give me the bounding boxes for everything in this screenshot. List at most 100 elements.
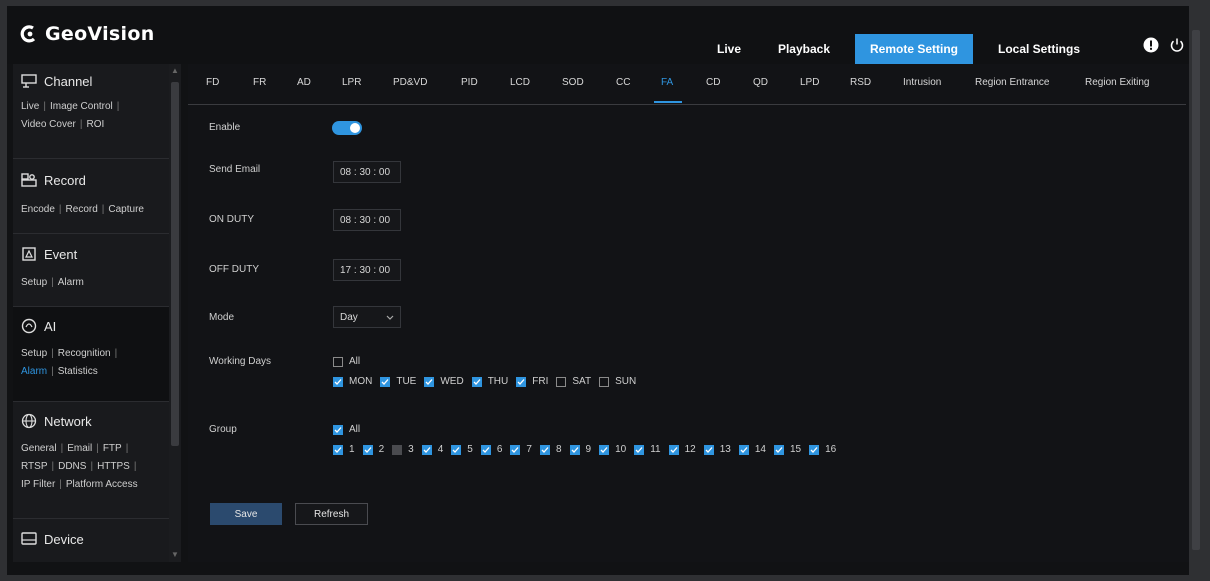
tab-intrusion[interactable]: Intrusion: [903, 77, 941, 88]
checkbox-icon[interactable]: [556, 376, 567, 387]
checkbox-checked-icon[interactable]: [668, 444, 679, 455]
group-item[interactable]: 2: [362, 444, 384, 455]
sidebar-link-encode[interactable]: Encode: [21, 204, 55, 215]
checkbox-icon[interactable]: [599, 376, 610, 387]
checkbox-checked-icon[interactable]: [480, 444, 491, 455]
checkbox-checked-icon[interactable]: [599, 444, 610, 455]
checkbox-checked-icon[interactable]: [333, 444, 343, 455]
sidebar-link-general[interactable]: General: [21, 443, 57, 454]
tab-rsd[interactable]: RSD: [850, 77, 871, 88]
checkbox-checked-icon[interactable]: [703, 444, 714, 455]
checkbox-checked-icon[interactable]: [362, 444, 373, 455]
group-item[interactable]: 3: [392, 444, 414, 455]
tab-cc[interactable]: CC: [616, 77, 630, 88]
sidebar-link-recognition[interactable]: Recognition: [58, 348, 111, 359]
group-item[interactable]: 9: [569, 444, 591, 455]
group-item[interactable]: 6: [480, 444, 502, 455]
sidebar-link-image-control[interactable]: Image Control: [50, 101, 113, 112]
sidebar-link-alarm[interactable]: Alarm: [21, 366, 47, 377]
group-item[interactable]: 14: [738, 444, 766, 455]
checkbox-checked-icon[interactable]: [333, 424, 343, 435]
sidebar-link-platform-access[interactable]: Platform Access: [66, 479, 138, 490]
sidebar-link-capture[interactable]: Capture: [108, 204, 144, 215]
refresh-button[interactable]: Refresh: [295, 503, 368, 525]
scroll-down-icon[interactable]: ▼: [170, 550, 180, 560]
tab-fr[interactable]: FR: [253, 77, 266, 88]
checkbox-checked-icon[interactable]: [809, 444, 820, 455]
group-item[interactable]: 5: [451, 444, 473, 455]
checkbox-icon[interactable]: [392, 444, 403, 455]
tab-lcd[interactable]: LCD: [510, 77, 530, 88]
group-item[interactable]: 4: [421, 444, 443, 455]
group-item[interactable]: 13: [703, 444, 731, 455]
tab-qd[interactable]: QD: [753, 77, 768, 88]
sidebar-header-record[interactable]: Record: [21, 159, 173, 201]
day-fri[interactable]: FRI: [516, 376, 548, 387]
group-all[interactable]: All: [333, 424, 360, 435]
sidebar-link-setup[interactable]: Setup: [21, 277, 47, 288]
group-item[interactable]: 15: [773, 444, 801, 455]
sidebar-header-channel[interactable]: Channel: [21, 64, 173, 98]
group-item[interactable]: 11: [634, 444, 661, 455]
send-email-time-field[interactable]: 08 : 30 : 00: [333, 161, 401, 183]
checkbox-checked-icon[interactable]: [738, 444, 749, 455]
sidebar-link-roi[interactable]: ROI: [86, 119, 104, 130]
sidebar-link-alarm[interactable]: Alarm: [58, 277, 84, 288]
day-sat[interactable]: SAT: [556, 376, 591, 387]
sidebar-link-ip-filter[interactable]: IP Filter: [21, 479, 55, 490]
nav-playback[interactable]: Playback: [769, 34, 839, 64]
enable-toggle[interactable]: [332, 121, 362, 135]
sidebar-link-https[interactable]: HTTPS: [97, 461, 130, 472]
checkbox-icon[interactable]: [333, 356, 343, 367]
group-item[interactable]: 16: [809, 444, 836, 455]
checkbox-checked-icon[interactable]: [516, 376, 527, 387]
checkbox-checked-icon[interactable]: [380, 376, 391, 387]
scroll-up-icon[interactable]: ▲: [170, 66, 180, 76]
day-wed[interactable]: WED: [424, 376, 464, 387]
tab-ad[interactable]: AD: [297, 77, 311, 88]
sidebar-link-email[interactable]: Email: [67, 443, 92, 454]
tab-fd[interactable]: FD: [206, 77, 219, 88]
tab-cd[interactable]: CD: [706, 77, 720, 88]
tab-fa[interactable]: FA: [661, 77, 673, 88]
nav-remote-setting[interactable]: Remote Setting: [855, 34, 973, 64]
sidebar-header-device[interactable]: Device: [21, 519, 173, 559]
sidebar-scrollbar[interactable]: ▲ ▼: [169, 64, 181, 562]
group-item[interactable]: 10: [599, 444, 626, 455]
sidebar-link-ftp[interactable]: FTP: [103, 443, 122, 454]
save-button[interactable]: Save: [210, 503, 282, 525]
info-alert-icon[interactable]: [1142, 36, 1160, 54]
day-mon[interactable]: MON: [333, 376, 372, 387]
checkbox-checked-icon[interactable]: [773, 444, 784, 455]
sidebar-link-rtsp[interactable]: RTSP: [21, 461, 48, 472]
group-item[interactable]: 8: [539, 444, 562, 455]
sidebar-header-event[interactable]: Event: [21, 234, 173, 274]
sidebar-scroll-thumb[interactable]: [171, 82, 179, 446]
sidebar-link-setup[interactable]: Setup: [21, 348, 47, 359]
sidebar-header-ai[interactable]: AI: [21, 307, 173, 345]
tab-lpr[interactable]: LPR: [342, 77, 361, 88]
sidebar-link-record[interactable]: Record: [66, 204, 98, 215]
day-thu[interactable]: THU: [471, 376, 508, 387]
sidebar-link-live[interactable]: Live: [21, 101, 39, 112]
nav-local-settings[interactable]: Local Settings: [984, 34, 1094, 64]
sidebar-link-video-cover[interactable]: Video Cover: [21, 119, 76, 130]
checkbox-checked-icon[interactable]: [451, 444, 462, 455]
checkbox-checked-icon[interactable]: [471, 376, 482, 387]
checkbox-checked-icon[interactable]: [539, 444, 550, 455]
group-item[interactable]: 12: [668, 444, 696, 455]
checkbox-checked-icon[interactable]: [424, 376, 435, 387]
checkbox-checked-icon[interactable]: [634, 444, 645, 455]
tab-region-exiting[interactable]: Region Exiting: [1085, 77, 1149, 88]
tab-sod[interactable]: SOD: [562, 77, 584, 88]
checkbox-checked-icon[interactable]: [421, 444, 432, 455]
sidebar-link-ddns[interactable]: DDNS: [58, 461, 86, 472]
group-item[interactable]: 1: [333, 444, 355, 455]
day-tue[interactable]: TUE: [380, 376, 416, 387]
working-days-all[interactable]: All: [333, 356, 360, 367]
tab-pd-vd[interactable]: PD&VD: [393, 77, 427, 88]
tab-lpd[interactable]: LPD: [800, 77, 819, 88]
power-icon[interactable]: [1168, 36, 1186, 54]
checkbox-checked-icon[interactable]: [569, 444, 580, 455]
mode-select[interactable]: Day: [333, 306, 401, 328]
